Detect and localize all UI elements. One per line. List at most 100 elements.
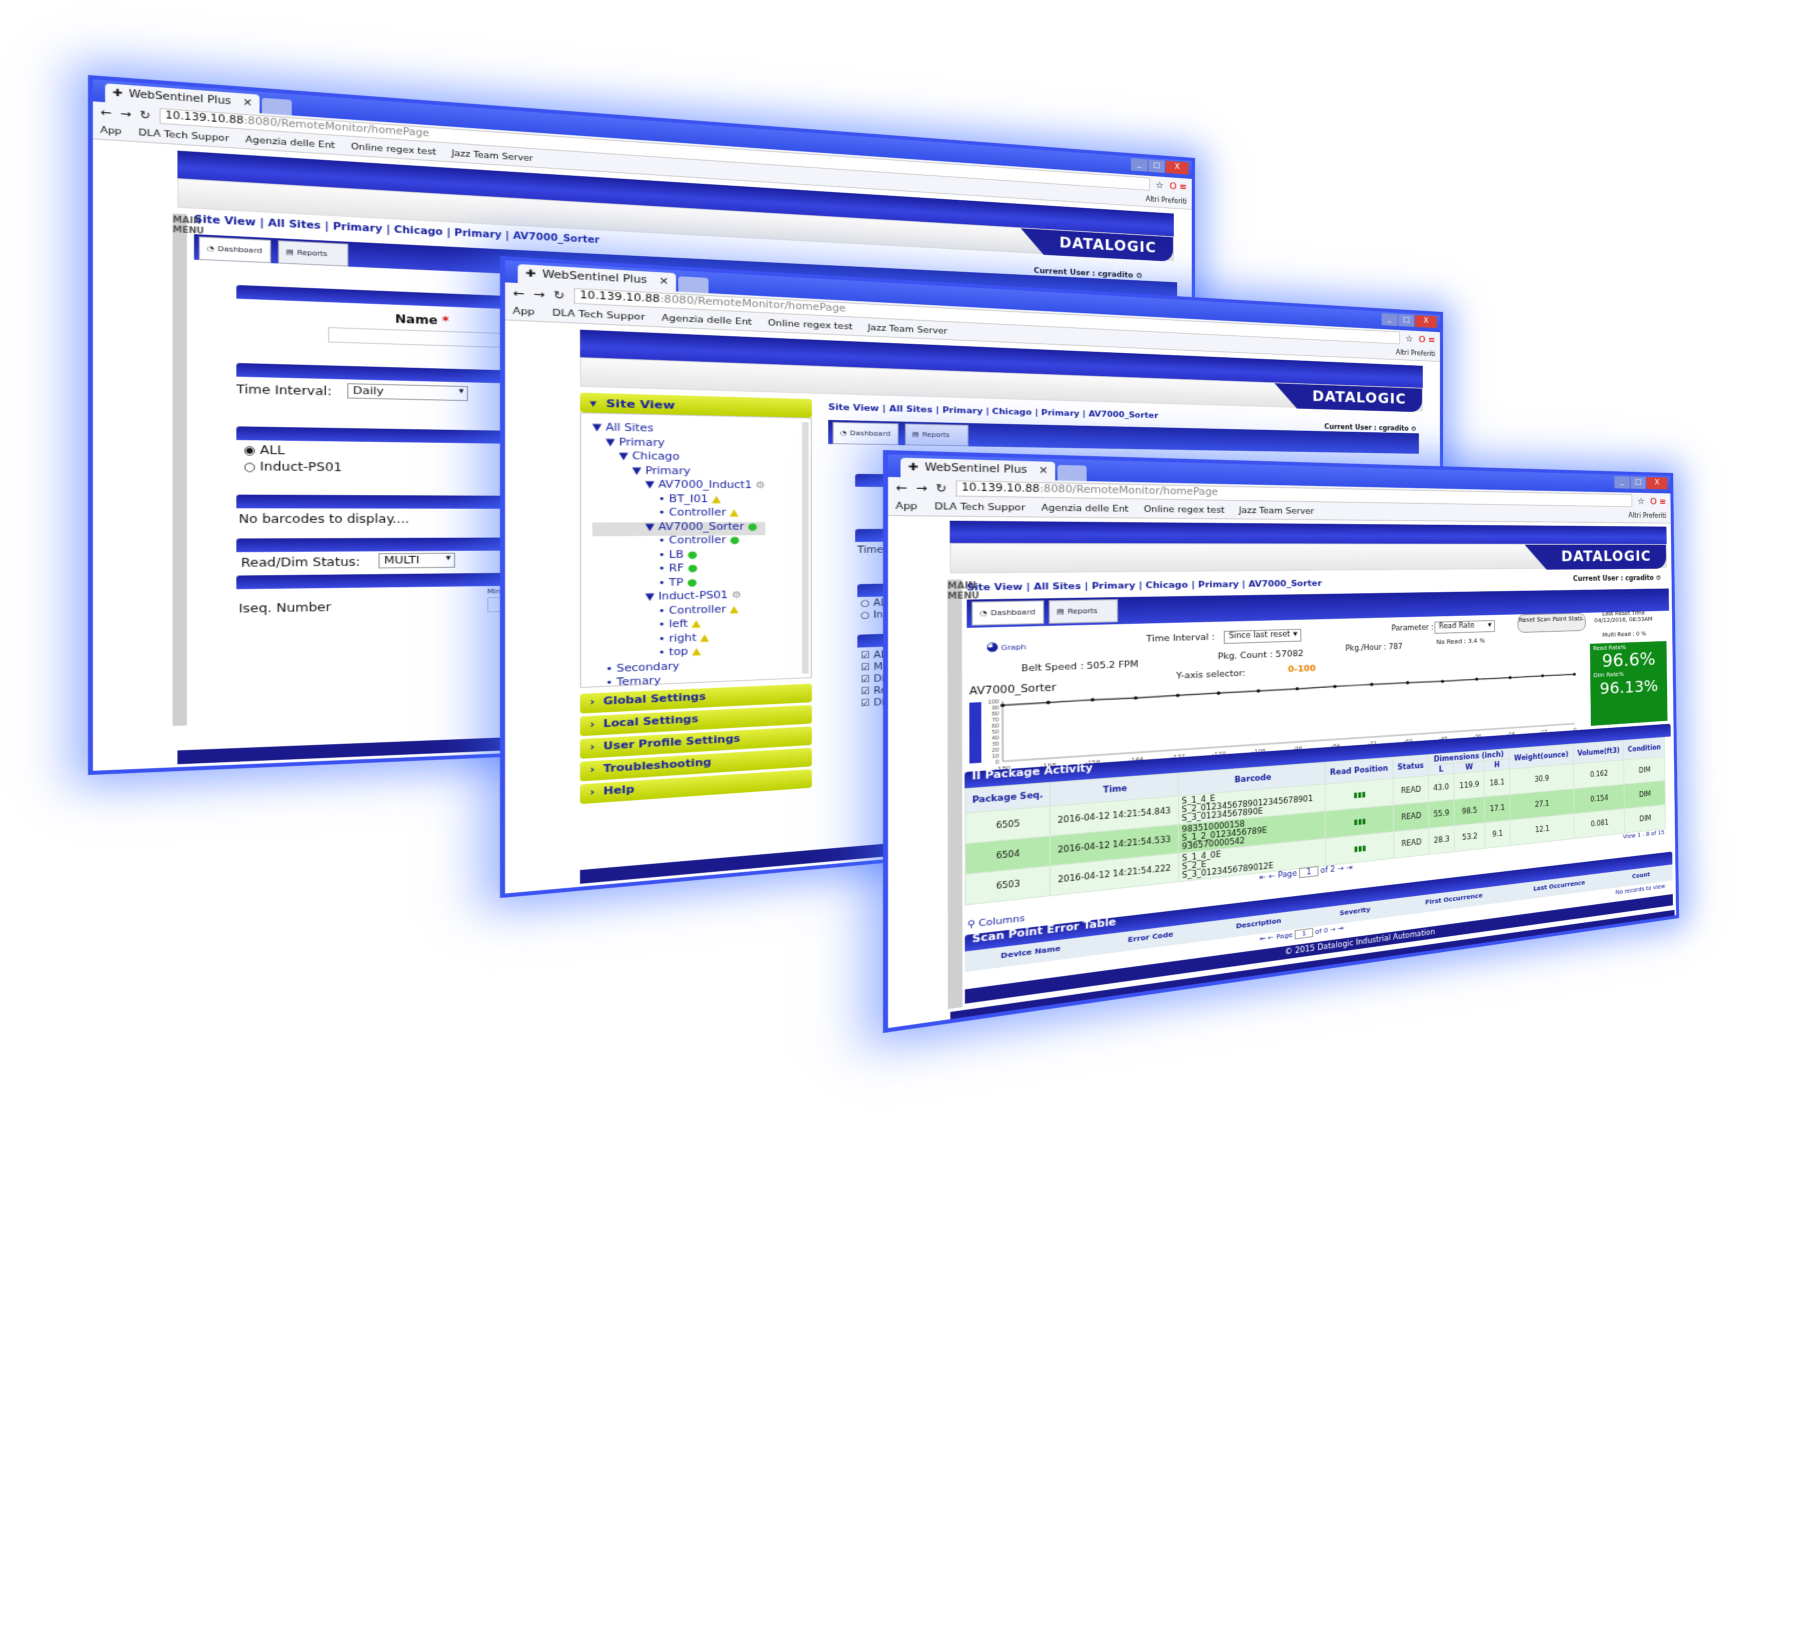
star-icon[interactable]: ☆ — [1156, 179, 1164, 190]
name-input[interactable] — [328, 327, 514, 349]
menu-icon[interactable]: O ≡ — [1650, 496, 1666, 507]
bookmark[interactable]: Online regex test — [768, 318, 853, 331]
tab-reports[interactable]: ▤ Reports — [904, 423, 969, 447]
bookmark[interactable]: Online regex test — [1144, 505, 1225, 515]
bookmark[interactable]: App — [896, 501, 918, 512]
close-tab-icon[interactable]: × — [243, 97, 253, 108]
error-column-header[interactable]: Last Occurrence — [1533, 879, 1585, 898]
bookmark[interactable]: Agenzia delle Ent — [662, 313, 752, 327]
bullet-icon: • — [658, 605, 670, 617]
other-bookmarks[interactable]: Altri Preferiti — [1146, 195, 1187, 205]
warning-icon: ▲ — [726, 507, 739, 519]
star-icon[interactable]: ☆ — [1405, 333, 1413, 344]
forward-icon[interactable]: → — [533, 287, 545, 301]
bookmark[interactable]: DLA Tech Suppor — [139, 128, 230, 144]
read-dim-status-select[interactable]: MULTI — [378, 552, 456, 569]
scrollbar[interactable] — [801, 422, 809, 674]
y-tick-label: 50 — [992, 729, 1000, 735]
back-icon[interactable]: ← — [100, 105, 111, 119]
status-ok-icon: ● — [726, 535, 740, 546]
data-point — [1333, 684, 1337, 689]
site-tree: ▼ All Sites ▼ Primary ▼ Chicago ▼ Primary ▼ … — [592, 422, 766, 707]
other-bookmarks[interactable]: Altri Preferiti — [1396, 349, 1435, 358]
time-interval-select[interactable]: Since last reset — [1223, 628, 1302, 644]
data-point — [1216, 691, 1221, 695]
bookmark[interactable]: Agenzia delle Ent — [1041, 503, 1128, 514]
reload-icon[interactable]: ↻ — [936, 481, 947, 494]
menu-icon[interactable]: O ≡ — [1169, 180, 1186, 192]
forward-icon[interactable]: → — [916, 481, 927, 494]
graph-toggle[interactable]: ◕ Graph — [986, 638, 1026, 653]
error-column-header[interactable]: Severity — [1339, 906, 1370, 923]
bookmark[interactable]: DLA Tech Suppor — [935, 502, 1026, 513]
tab-dashboard[interactable]: ◔ Dashboard — [971, 600, 1045, 626]
close-tab-icon[interactable]: × — [1039, 465, 1049, 476]
pause-icon: II — [971, 770, 981, 783]
star-icon[interactable]: ☆ — [1637, 496, 1645, 507]
error-column-header[interactable]: Device Name — [1001, 945, 1061, 968]
data-point — [1256, 689, 1261, 693]
menu-icon[interactable]: O ≡ — [1419, 334, 1436, 345]
parameter-select[interactable]: Read Rate — [1434, 620, 1496, 634]
error-column-header[interactable]: Error Code — [1128, 931, 1173, 951]
error-column-header[interactable]: First Occurrence — [1425, 892, 1482, 912]
tab-dashboard[interactable]: ◔ Dashboard — [198, 236, 272, 264]
datalogic-logo: DATALOGIC — [1240, 382, 1422, 412]
bookmark[interactable]: App — [100, 125, 121, 136]
pie-chart-icon: ◕ — [985, 639, 999, 654]
bullet-icon: • — [658, 619, 670, 631]
close-window-button[interactable]: X — [1646, 477, 1668, 490]
main-menu-toggle[interactable]: MAIN MENU — [947, 579, 979, 1010]
maximize-button[interactable]: □ — [1398, 314, 1415, 327]
tree-node[interactable]: ▼ AV7000_Induct1 ⚙ — [592, 479, 765, 494]
current-user: Current User : cgradito ⚙ — [1573, 574, 1662, 583]
forward-icon[interactable]: → — [120, 107, 131, 121]
bookmark[interactable]: Jazz Team Server — [868, 323, 948, 336]
bookmark[interactable]: App — [513, 306, 535, 317]
y-range-slider[interactable] — [969, 702, 982, 764]
data-point — [1090, 697, 1095, 702]
breadcrumb[interactable]: Site View | All Sites | Primary | Chicag… — [967, 580, 1322, 594]
minimize-button[interactable]: _ — [1614, 476, 1630, 489]
new-tab-button[interactable] — [1057, 464, 1087, 482]
bookmark[interactable]: DLA Tech Suppor — [552, 308, 645, 322]
tree-node[interactable]: • BT_I01 ▲ — [592, 494, 765, 508]
tab-reports[interactable]: ▤ Reports — [277, 240, 349, 267]
minimize-button[interactable]: _ — [1130, 158, 1148, 172]
minimize-button[interactable]: _ — [1381, 313, 1398, 326]
maximize-button[interactable]: □ — [1630, 476, 1646, 489]
browser-tab[interactable]: ✚ WebSentinel Plus × — [900, 457, 1056, 481]
main-menu-toggle[interactable]: MAIN MENU — [172, 213, 204, 726]
tab-reports[interactable]: ▤ Reports — [1048, 599, 1119, 624]
tab-dashboard[interactable]: ◔ Dashboard — [832, 421, 899, 446]
back-icon[interactable]: ← — [513, 286, 525, 300]
status-ok-icon: ● — [683, 549, 698, 561]
time-interval-select[interactable]: Daily — [347, 383, 469, 402]
tree-node[interactable]: ▼ AV7000_Sorter ● — [592, 521, 766, 537]
reset-stats-button[interactable]: Reset Scan Point Stats. — [1517, 612, 1586, 633]
bookmark[interactable]: Jazz Team Server — [451, 149, 533, 164]
breadcrumb[interactable]: Site View | All Sites | Primary | Chicag… — [828, 403, 1158, 420]
close-window-button[interactable]: X — [1165, 160, 1189, 175]
bookmark[interactable]: Jazz Team Server — [1239, 506, 1314, 516]
close-window-button[interactable]: X — [1414, 315, 1437, 329]
scan-point-radio-all[interactable]: ◉ ALL — [243, 443, 284, 457]
scan-point-radio-induct[interactable]: ○ Induct-PS01 — [243, 460, 342, 474]
new-tab-button[interactable] — [678, 276, 709, 294]
error-column-header[interactable]: Count — [1632, 871, 1650, 885]
y-tick-label: 100 — [988, 699, 999, 706]
tree-node[interactable]: • Controller ▲ — [592, 508, 765, 522]
maximize-button[interactable]: □ — [1148, 159, 1165, 173]
bookmark[interactable]: Agenzia delle Ent — [245, 135, 335, 151]
reload-icon[interactable]: ↻ — [140, 108, 151, 122]
reload-icon[interactable]: ↻ — [553, 288, 564, 301]
close-tab-icon[interactable]: × — [659, 276, 669, 287]
back-icon[interactable]: ← — [896, 481, 907, 495]
new-tab-button[interactable] — [261, 97, 292, 116]
warning-icon: ▲ — [726, 603, 739, 615]
bookmark[interactable]: Online regex test — [351, 142, 437, 157]
y-axis-selector[interactable]: 0-100 — [1288, 665, 1316, 675]
bullet-icon: • — [605, 663, 617, 675]
tree-node[interactable]: ▼ Primary — [592, 465, 765, 480]
other-bookmarks[interactable]: Altri Preferiti — [1628, 512, 1666, 520]
